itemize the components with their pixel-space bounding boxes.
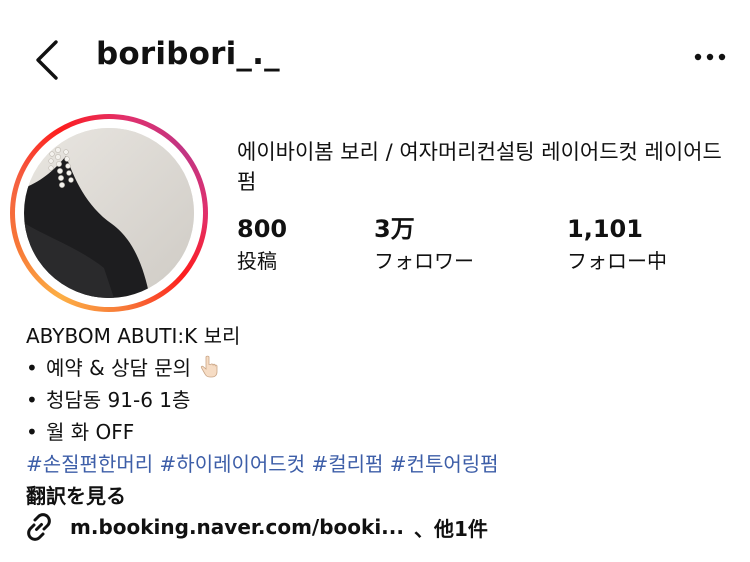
bio: ABYBOM ABUTI:K 보리 • 예약 & 상담 문의 • 청담동 91-6 … bbox=[26, 320, 726, 512]
display-name: 에이바이봄 보리 / 여자머리컨설팅 레이어드컷 레이어드펌 bbox=[237, 140, 722, 194]
bio-hashtags: #손질편한머리 #하이레이어드컷 #컬리펌 #컨투어링펌 bbox=[26, 448, 726, 480]
posts-label: 投稿 bbox=[237, 249, 277, 273]
username-title: boribori_._ bbox=[96, 36, 280, 72]
bio-bullet-line: • 예약 & 상담 문의 bbox=[26, 352, 726, 384]
more-options-button[interactable] bbox=[690, 42, 730, 72]
followers-label: フォロワー bbox=[374, 249, 474, 273]
stat-followers[interactable]: 3万 フォロワー bbox=[374, 214, 474, 276]
hashtag-link[interactable]: #하이레이어드컷 bbox=[160, 452, 306, 476]
bio-address-text: 청담동 91-6 1층 bbox=[46, 388, 191, 412]
link-chain-icon bbox=[22, 510, 56, 544]
bullet: • bbox=[26, 420, 38, 444]
translate-button[interactable]: 翻訳を見る bbox=[26, 480, 726, 512]
more-links-text[interactable]: 、他1件 bbox=[414, 517, 488, 541]
profile-photo bbox=[24, 128, 194, 298]
back-button[interactable] bbox=[28, 38, 68, 82]
bullet: • bbox=[26, 388, 38, 412]
following-label: フォロー中 bbox=[567, 249, 667, 273]
stat-following[interactable]: 1,101 フォロー中 bbox=[567, 214, 667, 276]
bullet: • bbox=[26, 356, 38, 380]
posts-count: 800 bbox=[237, 215, 288, 243]
bio-bullet-line: • 청담동 91-6 1층 bbox=[26, 384, 726, 416]
hashtag-link[interactable]: #컨투어링펌 bbox=[390, 452, 499, 476]
external-link[interactable]: m.booking.naver.com/booki... bbox=[70, 515, 404, 539]
stat-posts[interactable]: 800 投稿 bbox=[237, 214, 287, 276]
hashtag-link[interactable]: #컬리펌 bbox=[311, 452, 383, 476]
bio-name-line: ABYBOM ABUTI:K 보리 bbox=[26, 324, 241, 348]
pointing-down-hand-icon bbox=[197, 355, 221, 379]
bio-reservation-text: 예약 & 상담 문의 bbox=[46, 356, 192, 380]
chevron-left-icon bbox=[36, 40, 58, 80]
bio-bullet-line: • 월 화 OFF bbox=[26, 416, 726, 448]
hashtag-link[interactable]: #손질편한머리 bbox=[26, 452, 153, 476]
followers-count: 3万 bbox=[374, 215, 415, 243]
bio-hours-text: 월 화 OFF bbox=[46, 420, 135, 444]
avatar bbox=[24, 128, 194, 298]
profile-header: boribori_._ bbox=[0, 0, 750, 110]
avatar-border bbox=[15, 119, 203, 307]
external-link-row[interactable]: m.booking.naver.com/booki... 、他1件 bbox=[22, 510, 488, 546]
story-ring[interactable] bbox=[10, 114, 208, 312]
following-count: 1,101 bbox=[567, 215, 643, 243]
more-horizontal-icon bbox=[694, 53, 726, 61]
